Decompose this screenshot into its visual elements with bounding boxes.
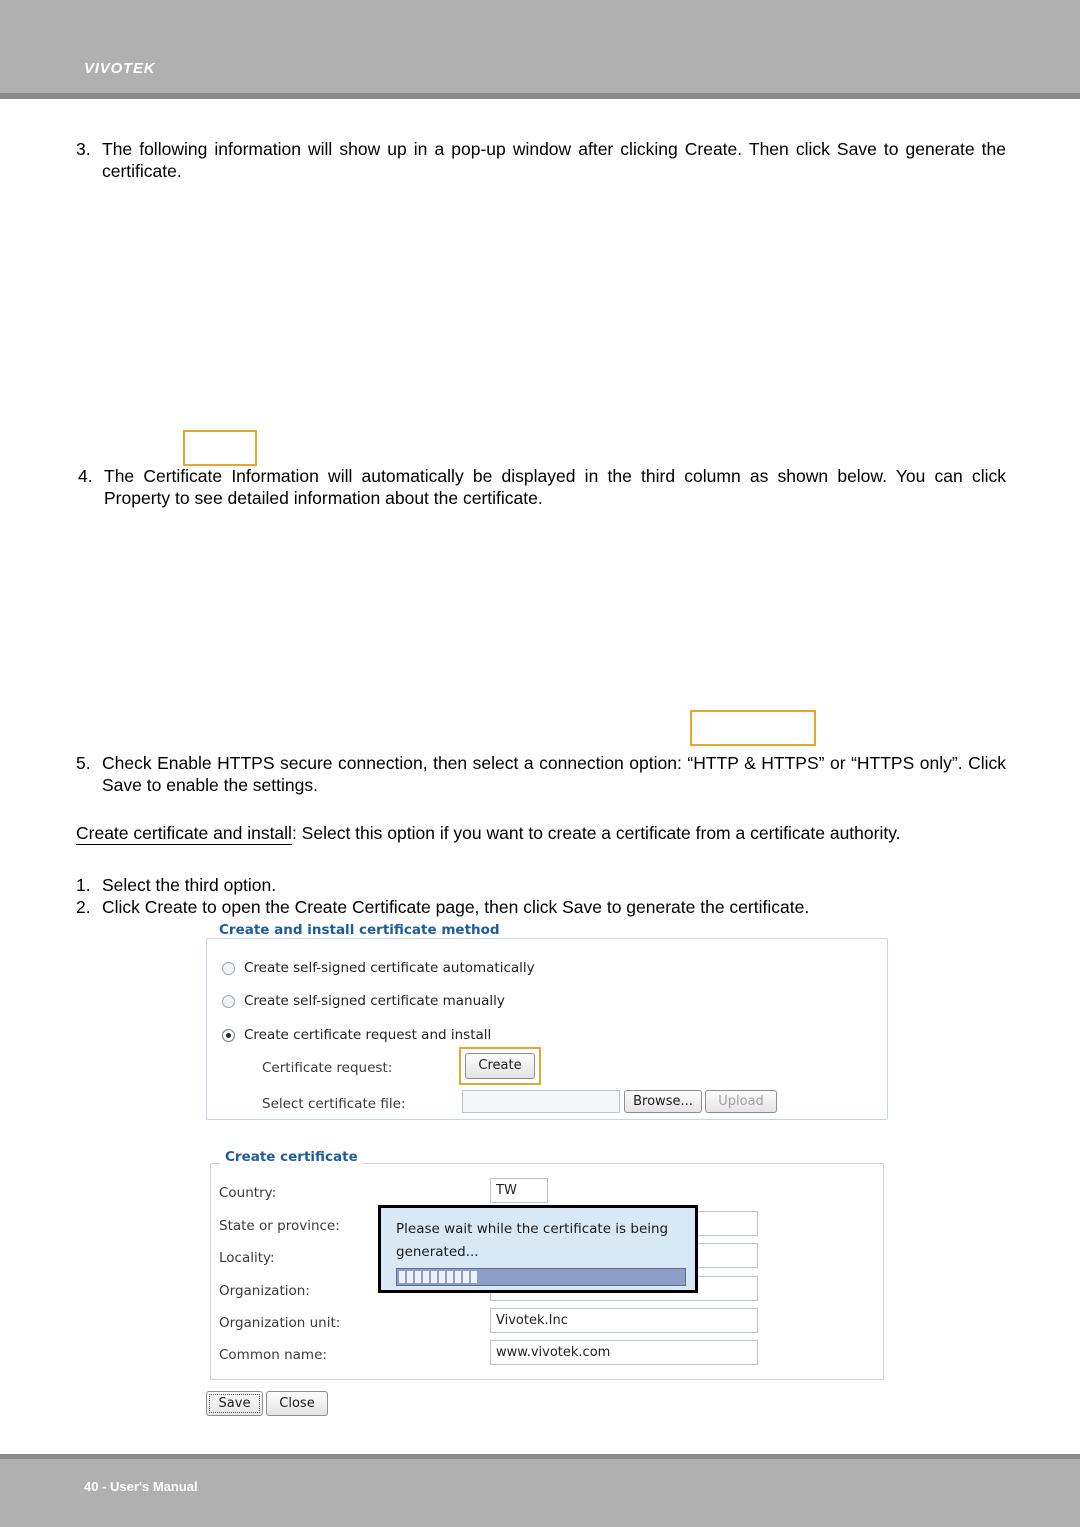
label-certificate-request: Certificate request: xyxy=(262,1060,393,1076)
browse-button[interactable]: Browse... xyxy=(624,1090,702,1113)
step-3-text: The following information will show up i… xyxy=(102,139,1006,181)
substep-1-number: 1. xyxy=(76,875,91,895)
dialog-message-line-2: generated... xyxy=(396,1244,479,1260)
step-4: 4. The Certificate Information will auto… xyxy=(78,465,1006,509)
substep-2-text: Click Create to open the Create Certific… xyxy=(102,897,810,917)
label-state-or-province: State or province: xyxy=(219,1218,340,1234)
label-create-self-signed-auto: Create self-signed certificate automatic… xyxy=(244,960,535,976)
label-locality: Locality: xyxy=(219,1250,275,1266)
label-country: Country: xyxy=(219,1185,277,1201)
step-5-number: 5. xyxy=(76,753,91,773)
progress-bar xyxy=(396,1268,686,1286)
highlight-box-create xyxy=(459,1047,541,1085)
substep-1-text: Select the third option. xyxy=(102,875,277,895)
generating-certificate-dialog: Please wait while the certificate is bei… xyxy=(378,1205,698,1293)
label-organization: Organization: xyxy=(219,1283,310,1299)
progress-bar-chunks xyxy=(399,1271,477,1283)
step-5-text: Check Enable HTTPS secure connection, th… xyxy=(102,753,1006,795)
input-organization-unit[interactable]: Vivotek.Inc xyxy=(490,1308,758,1333)
step-3-number: 3. xyxy=(76,139,91,159)
create-and-install-label: Create certificate and install xyxy=(76,823,292,845)
step-4-text: The Certificate Information will automat… xyxy=(104,466,1006,508)
highlight-box-property-button xyxy=(690,710,816,746)
upload-button: Upload xyxy=(705,1090,777,1113)
certificate-file-input[interactable] xyxy=(462,1090,620,1113)
label-create-certificate-request: Create certificate request and install xyxy=(244,1027,492,1043)
label-create-self-signed-manual: Create self-signed certificate manually xyxy=(244,993,505,1009)
screenshot-create-certificate: Create certificate Country: TW State or … xyxy=(200,1145,890,1425)
create-install-method-legend: Create and install certificate method xyxy=(214,922,505,938)
input-common-name[interactable]: www.vivotek.com xyxy=(490,1340,758,1365)
label-common-name: Common name: xyxy=(219,1347,327,1363)
header-divider xyxy=(0,93,1080,99)
input-country[interactable]: TW xyxy=(490,1178,548,1203)
label-organization-unit: Organization unit: xyxy=(219,1315,341,1331)
radio-create-self-signed-manual[interactable] xyxy=(222,995,235,1008)
radio-create-certificate-request[interactable] xyxy=(222,1029,235,1042)
step-5: 5. Check Enable HTTPS secure connection,… xyxy=(76,752,1006,796)
step-3: 3. The following information will show u… xyxy=(76,138,1006,182)
create-and-install-text: : Select this option if you want to crea… xyxy=(291,823,901,843)
create-certificate-legend: Create certificate xyxy=(220,1149,363,1165)
save-button[interactable]: Save xyxy=(206,1391,263,1416)
substep-2: 2. Click Create to open the Create Certi… xyxy=(76,896,1006,918)
dialog-message-line-1: Please wait while the certificate is bei… xyxy=(396,1221,669,1237)
highlight-box-create-button xyxy=(183,430,257,466)
label-select-certificate-file: Select certificate file: xyxy=(262,1096,406,1112)
close-button[interactable]: Close xyxy=(266,1391,328,1416)
substep-1: 1. Select the third option. xyxy=(76,874,1006,896)
page-header xyxy=(0,0,1080,93)
create-and-install-paragraph: Create certificate and install: Select t… xyxy=(76,822,1006,845)
radio-create-self-signed-auto[interactable] xyxy=(222,962,235,975)
footer-page-label: 40 - User's Manual xyxy=(84,1479,198,1494)
brand-logo: VIVOTEK xyxy=(84,60,156,77)
substep-2-number: 2. xyxy=(76,897,91,917)
screenshot-create-install-method: Create and install certificate method Cr… xyxy=(200,920,890,1125)
step-4-number: 4. xyxy=(78,466,93,486)
